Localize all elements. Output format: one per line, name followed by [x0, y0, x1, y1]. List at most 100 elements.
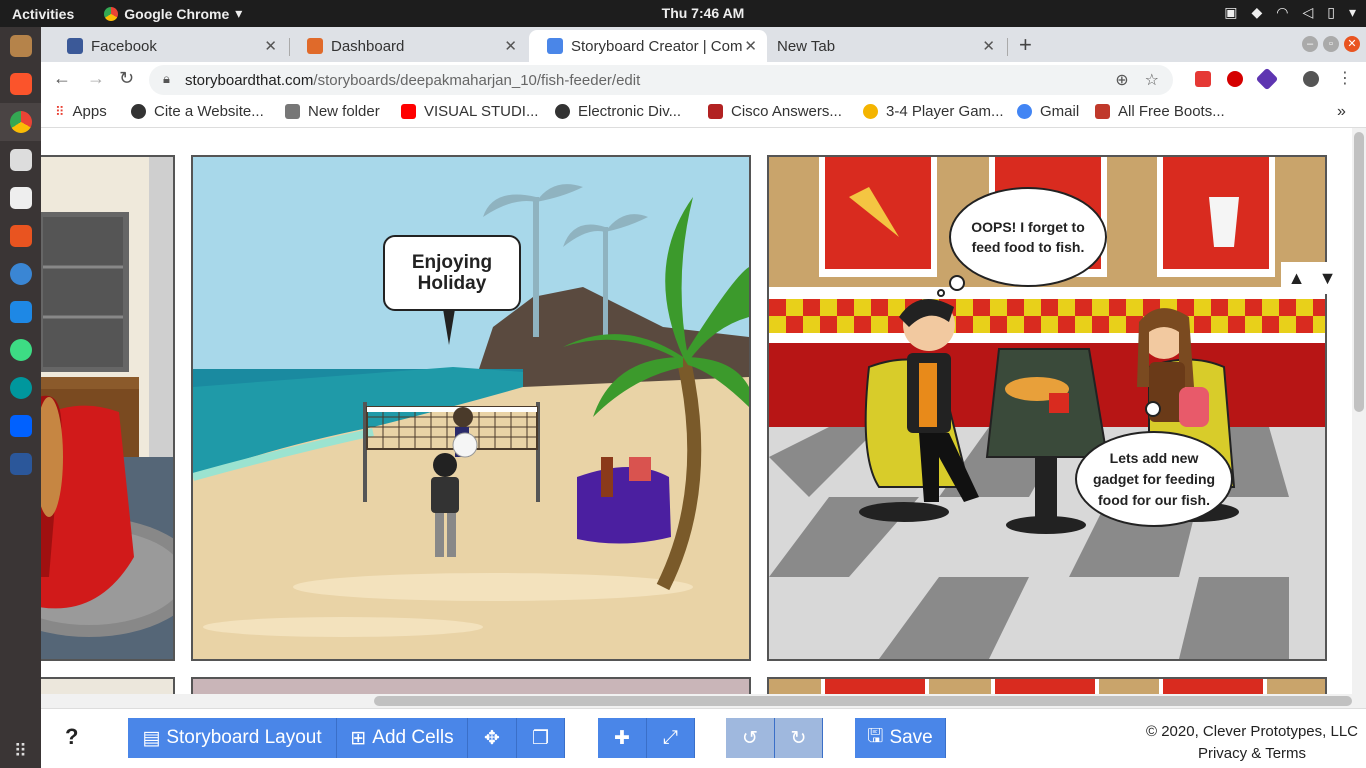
dock-word[interactable]: [0, 445, 41, 483]
dock-chrome[interactable]: [0, 103, 41, 141]
bookmark-cisco[interactable]: Cisco Answers...: [708, 103, 842, 120]
storyboard-cell-1[interactable]: [41, 155, 175, 661]
scrollbar-thumb[interactable]: [374, 696, 1352, 706]
dock-android-studio[interactable]: [0, 331, 41, 369]
bookmark-gmail[interactable]: Gmail: [1017, 103, 1079, 120]
storyboard-cell-3[interactable]: OOPS! I forget to feed food to fish. Let…: [767, 155, 1327, 661]
dock-dropbox[interactable]: [0, 407, 41, 445]
save-button[interactable]: 🖫︎ Save: [855, 718, 946, 758]
bookmark-label: Electronic Div...: [578, 103, 682, 120]
horizontal-scrollbar[interactable]: [41, 694, 1352, 708]
bookmark-label: All Free Boots...: [1118, 103, 1225, 120]
show-applications-icon[interactable]: ⠿: [0, 741, 41, 762]
forward-icon[interactable]: →: [87, 68, 105, 89]
bookmark-games[interactable]: 3-4 Player Gam...: [863, 103, 1004, 120]
volume-icon: ◁: [1302, 4, 1314, 20]
redo-button[interactable]: ↻: [775, 718, 823, 758]
tab-dashboard[interactable]: Dashboard ✕: [289, 30, 527, 62]
lock-icon: 🔒︎: [163, 71, 170, 86]
bookmarks-overflow-icon[interactable]: »: [1337, 103, 1346, 121]
close-window-icon[interactable]: ✕: [1344, 36, 1360, 52]
speech-bubble[interactable]: Enjoying Holiday: [383, 235, 521, 311]
help-icon: [9, 263, 32, 285]
new-tab-button[interactable]: +: [1019, 32, 1032, 58]
button-label: Save: [889, 727, 933, 748]
back-icon[interactable]: ←: [53, 68, 71, 89]
minimize-icon[interactable]: –: [1302, 36, 1318, 52]
game-icon: [863, 104, 878, 119]
clock[interactable]: Thu 7:46 AM: [0, 5, 1366, 21]
vertical-scrollbar[interactable]: [1352, 128, 1366, 708]
zoom-in-button[interactable]: ✚: [598, 718, 647, 758]
webcam-icon: [9, 187, 32, 209]
extension-icon[interactable]: [1195, 71, 1211, 87]
dock-vscode[interactable]: [0, 293, 41, 331]
omnibox-actions: ⊕ ☆: [1115, 70, 1159, 90]
bookmark-star-icon[interactable]: ☆: [1145, 70, 1159, 90]
storyboard-canvas: Enjoying Holiday OOPS! I forget to feed …: [41, 128, 1352, 698]
move-up-icon[interactable]: ▲: [1288, 268, 1306, 289]
dock-arduino[interactable]: [0, 369, 41, 407]
maximize-icon[interactable]: ▫: [1323, 36, 1339, 52]
undo-icon: ↺: [742, 727, 758, 749]
bookmark-cite[interactable]: Cite a Website...: [131, 103, 264, 120]
dropbox-icon: [9, 415, 32, 437]
system-tray[interactable]: ▣ ◆ ◠ ◁ ▯ ▾: [1224, 4, 1356, 21]
row-reorder-controls: ▲ ▼: [1281, 262, 1343, 294]
speech-bubble[interactable]: Lets add new gadget for feeding food for…: [1075, 431, 1233, 527]
address-bar[interactable]: 🔒︎ storyboardthat.com/storyboards/deepak…: [149, 65, 1173, 95]
reload-icon[interactable]: ↻: [119, 68, 134, 89]
tab-label: New Tab: [777, 37, 836, 55]
layout-icon: ▤: [142, 727, 161, 749]
tab-facebook[interactable]: Facebook ✕: [49, 30, 287, 62]
undo-button[interactable]: ↺: [726, 718, 775, 758]
avatar[interactable]: [1303, 71, 1319, 87]
tab-storyboard-creator[interactable]: Storyboard Creator | Com ✕: [529, 30, 767, 62]
bookmark-visual-studio[interactable]: VISUAL STUDI...: [401, 103, 538, 120]
tab-label: Dashboard: [331, 37, 405, 55]
bookmark-new-folder[interactable]: New folder: [285, 103, 380, 120]
privacy-terms-link[interactable]: Privacy & Terms: [1146, 743, 1358, 765]
extension-icon[interactable]: [1255, 67, 1279, 91]
dropbox-icon: ◆: [1251, 4, 1263, 20]
fullscreen-button[interactable]: ⤢: [647, 718, 695, 758]
camera-icon: [9, 149, 32, 171]
copy-cell-button[interactable]: ❐: [517, 718, 565, 758]
footer-legal: © 2020, Clever Prototypes, LLC Privacy &…: [1146, 721, 1358, 765]
add-cells-icon: ⊞: [350, 727, 367, 749]
storyboard-layout-button[interactable]: ▤ Storyboard Layout: [128, 718, 337, 758]
help-button[interactable]: ?: [65, 724, 78, 750]
copy-icon: ❐: [531, 727, 550, 749]
storyboard-icon: [547, 38, 563, 54]
url-host: storyboardthat.com: [185, 71, 314, 89]
bookmark-free-boots[interactable]: All Free Boots...: [1095, 103, 1225, 120]
dock-screenshot[interactable]: [0, 141, 41, 179]
close-icon[interactable]: ✕: [264, 37, 277, 55]
dock-files[interactable]: [0, 27, 41, 65]
move-down-icon[interactable]: ▼: [1319, 268, 1337, 289]
browser-toolbar: ← → ↻ 🔒︎ storyboardthat.com/storyboards/…: [41, 62, 1366, 96]
dock-webcam[interactable]: [0, 179, 41, 217]
tab-new-tab[interactable]: New Tab ✕: [761, 30, 1005, 62]
dock-software[interactable]: [0, 217, 41, 255]
menu-icon[interactable]: ⋮: [1337, 68, 1353, 88]
dock-help[interactable]: [0, 255, 41, 293]
speech-bubble-tail: [443, 309, 455, 345]
editor-toolbar: ? ▤ Storyboard Layout ⊞ Add Cells ✥ ❐ ✚ ⤢ …: [41, 708, 1366, 768]
bookmark-electronic[interactable]: Electronic Div...: [555, 103, 681, 120]
close-icon[interactable]: ✕: [504, 37, 517, 55]
dock-brave[interactable]: [0, 65, 41, 103]
bookmark-label: Cite a Website...: [154, 103, 264, 120]
thought-bubble[interactable]: OOPS! I forget to feed food to fish.: [949, 187, 1107, 287]
zoom-icon[interactable]: ⊕: [1115, 70, 1128, 90]
scrollbar-thumb[interactable]: [1354, 132, 1364, 412]
bookmark-label: VISUAL STUDI...: [424, 103, 539, 120]
close-icon[interactable]: ✕: [982, 37, 995, 55]
extension-icon[interactable]: [1227, 71, 1243, 87]
apps-grid-icon: ⠿: [55, 103, 65, 119]
bookmark-apps[interactable]: ⠿ Apps: [55, 103, 107, 120]
move-cells-button[interactable]: ✥: [468, 718, 517, 758]
storyboard-cell-2[interactable]: Enjoying Holiday: [191, 155, 751, 661]
close-icon[interactable]: ✕: [744, 37, 757, 55]
add-cells-button[interactable]: ⊞ Add Cells: [337, 718, 468, 758]
